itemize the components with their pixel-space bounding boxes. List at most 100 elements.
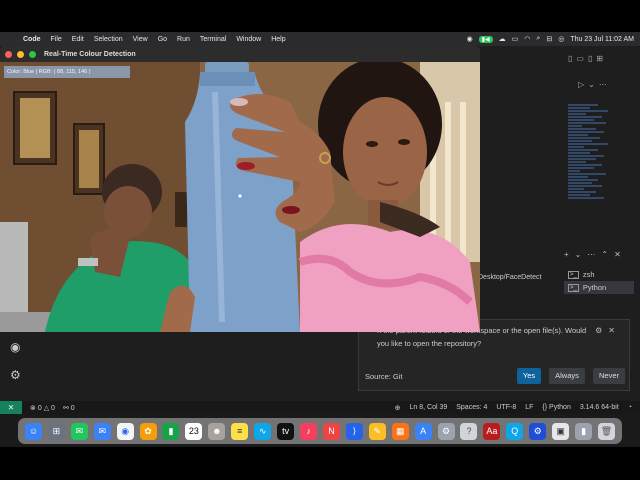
macos-menu-bar: Code File Edit Selection View Go Run Terminal W…	[0, 32, 640, 46]
cloud-icon[interactable]: ☁	[499, 35, 506, 43]
remote-indicator-icon[interactable]: ⨯	[0, 401, 22, 414]
apple-tv-icon[interactable]: tv	[277, 422, 295, 440]
indentation[interactable]: Spaces: 4	[456, 404, 487, 412]
chrome-icon[interactable]: ◉	[116, 422, 134, 440]
system-settings-icon[interactable]: ⚙	[437, 422, 455, 440]
menu-item-view[interactable]: View	[133, 36, 148, 43]
toast-source: Source: Git	[365, 372, 403, 381]
minimize-window-button[interactable]	[17, 50, 24, 58]
chevron-down-icon[interactable]: ⌄	[575, 250, 588, 259]
gear-icon[interactable]: ⚙	[10, 368, 21, 382]
terminal-instance-label: Python	[582, 283, 607, 292]
menu-item-file[interactable]: File	[51, 36, 62, 43]
preview-icon[interactable]: ▣	[552, 422, 570, 440]
zoom-icon[interactable]: ⊕	[395, 404, 401, 412]
control-center-icon[interactable]: ⊟	[546, 35, 552, 43]
photos-icon[interactable]: ✿	[139, 422, 157, 440]
customize-layout-icon[interactable]: ⊞	[596, 54, 607, 63]
close-window-button[interactable]	[5, 50, 12, 58]
terminal-instance-python[interactable]: >_ Python	[564, 281, 634, 294]
python-interpreter[interactable]: 3.14.6 64-bit	[580, 404, 619, 412]
more-actions-icon[interactable]: ⋯	[587, 250, 601, 259]
cursor-position[interactable]: Ln 8, Col 39	[410, 404, 448, 412]
contacts-icon[interactable]: ☻	[208, 422, 226, 440]
camera-in-use-icon[interactable]: ▮◀	[478, 35, 493, 43]
camera-feed: Color: Blue | RGB: ( 88, 115, 146 )	[0, 62, 480, 332]
color-detection-overlay: Color: Blue | RGB: ( 88, 115, 146 )	[4, 66, 130, 78]
chevron-up-icon[interactable]: ⌃	[601, 250, 614, 259]
battery-icon[interactable]: ▭	[512, 35, 519, 43]
zoom-window-button[interactable]	[29, 50, 36, 58]
run-icon[interactable]: ▷	[578, 80, 588, 89]
utility-app-icon[interactable]: ⚙	[529, 422, 547, 440]
account-icon[interactable]: ◉	[10, 340, 20, 354]
menu-item-help[interactable]: Help	[271, 36, 285, 43]
siri-icon[interactable]: ◎	[558, 35, 564, 43]
minimap[interactable]	[568, 104, 612, 214]
search-icon[interactable]: ⌕	[536, 35, 540, 43]
facetime-icon[interactable]: ▮	[162, 422, 180, 440]
mail-icon[interactable]: ✉	[93, 422, 111, 440]
terminal-instance-list: >_ zsh >_ Python	[564, 268, 634, 294]
menu-item-selection[interactable]: Selection	[94, 36, 123, 43]
activity-bar: ◉ ⚙	[0, 336, 34, 400]
never-button[interactable]: Never	[593, 368, 625, 384]
terminal-path: Desktop/FaceDetect	[478, 274, 542, 281]
ports-indicator[interactable]: ⚯ 0	[63, 404, 75, 412]
vscode-icon[interactable]: ⟩	[345, 422, 363, 440]
detection-point-marker	[238, 194, 242, 198]
menu-clock[interactable]: Thu 23 Jul 11:02 AM	[570, 36, 634, 43]
freeform-icon[interactable]: ∿	[254, 422, 272, 440]
chevron-down-icon[interactable]: ⌄	[588, 80, 599, 89]
record-icon[interactable]: ◉	[467, 35, 473, 43]
pages-icon[interactable]: ✎	[368, 422, 386, 440]
layout-controls[interactable]: ▯▭▯⊞	[568, 54, 607, 63]
close-icon[interactable]: ✕	[608, 326, 621, 335]
menu-app-name[interactable]: Code	[23, 36, 41, 43]
bell-icon[interactable]: ◔	[628, 404, 632, 412]
panel-header: +⌄⋯⌃✕	[480, 250, 640, 264]
yes-button[interactable]: Yes	[517, 368, 541, 384]
launchpad-icon[interactable]: ⊞	[47, 422, 65, 440]
toggle-panel-icon[interactable]: ▭	[576, 54, 588, 63]
menu-items: File Edit Selection View Go Run Terminal Window…	[46, 36, 291, 43]
downloads-icon[interactable]: ▮	[575, 422, 593, 440]
status-bar: ⨯ ⊗ 0 △ 0 ⚯ 0 ⊕ Ln 8, Col 39 Spaces: 4 U…	[0, 401, 640, 414]
menu-item-go[interactable]: Go	[158, 36, 167, 43]
end-of-line[interactable]: LF	[525, 404, 533, 412]
notes-icon[interactable]: ≡	[231, 422, 249, 440]
problems-indicator[interactable]: ⊗ 0 △ 0	[30, 404, 55, 412]
wifi-icon[interactable]: ◠	[524, 35, 530, 43]
keynote-icon[interactable]: ▦	[391, 422, 409, 440]
menu-item-run[interactable]: Run	[177, 36, 190, 43]
new-terminal-icon[interactable]: +	[564, 250, 575, 259]
music-icon[interactable]: ♪	[300, 422, 318, 440]
help-icon[interactable]: ?	[460, 422, 478, 440]
finder-icon[interactable]: ☺	[24, 422, 42, 440]
warning-icon: △	[43, 404, 50, 412]
terminal-instance-zsh[interactable]: >_ zsh	[564, 268, 634, 281]
terminal-instance-label: zsh	[582, 270, 595, 279]
app-store-icon[interactable]: A	[414, 422, 432, 440]
camera-window[interactable]: Real-Time Colour Detection Color: Blue |…	[0, 46, 480, 332]
run-controls[interactable]: ▷⌄⋯	[578, 80, 611, 89]
terminal-icon: >_	[568, 283, 579, 292]
menu-item-edit[interactable]: Edit	[72, 36, 84, 43]
language-mode[interactable]: {} Python	[542, 404, 570, 412]
menu-item-window[interactable]: Window	[236, 36, 261, 43]
trash-icon[interactable]: 🗑	[598, 422, 615, 440]
always-button[interactable]: Always	[549, 368, 585, 384]
braces-icon: {}	[542, 403, 548, 411]
menu-item-terminal[interactable]: Terminal	[200, 36, 226, 43]
calendar-icon[interactable]: 23	[185, 422, 203, 440]
news-icon[interactable]: N	[322, 422, 340, 440]
close-icon[interactable]: ✕	[614, 250, 627, 259]
messages-icon[interactable]: ✉	[70, 422, 88, 440]
dictionary-icon[interactable]: Aa	[483, 422, 501, 440]
camera-window-titlebar[interactable]: Real-Time Colour Detection	[0, 46, 480, 62]
editor-area[interactable]	[480, 46, 640, 251]
more-actions-icon[interactable]: ⋯	[599, 80, 611, 89]
encoding[interactable]: UTF-8	[496, 404, 516, 412]
gear-icon[interactable]: ⚙	[595, 326, 608, 335]
quicktime-icon[interactable]: Q	[506, 422, 524, 440]
